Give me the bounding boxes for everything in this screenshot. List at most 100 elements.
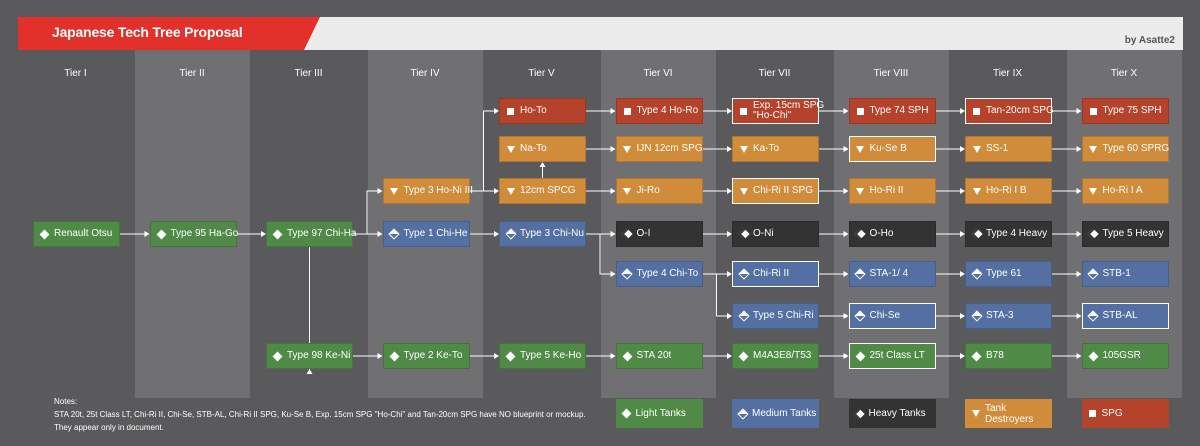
node-ho-ri-i-a[interactable]: Ho-Ri I A — [1081, 178, 1169, 204]
node-sta-1-4[interactable]: STA-1/ 4 — [848, 261, 936, 287]
node-chi-se[interactable]: Chi-Se — [848, 303, 936, 329]
node-12cm-spcg[interactable]: 12cm SPCG — [499, 178, 586, 204]
square-icon — [622, 107, 633, 115]
node-type-75-sph[interactable]: Type 75 SPH — [1081, 98, 1169, 124]
node-label: Type 3 Chi-Nu — [520, 227, 584, 239]
notes-line: They appear only in document. — [54, 423, 164, 432]
square-icon — [1087, 410, 1098, 417]
node-sta-3[interactable]: STA-3 — [965, 303, 1052, 329]
node-ku-se-b[interactable]: Ku-Se B — [848, 136, 936, 162]
node-type-74-sph[interactable]: Type 74 SPH — [848, 98, 936, 124]
half-diamond-icon — [970, 268, 983, 280]
node-type-2-ke-to[interactable]: Type 2 Ke-To — [382, 343, 470, 369]
node-sta-20t[interactable]: STA 20t — [615, 343, 703, 369]
diamond-icon — [855, 351, 866, 361]
node-label: Type 97 Chi-Ha — [287, 227, 357, 239]
node-type-97-chi-ha[interactable]: Type 97 Chi-Ha — [266, 221, 357, 247]
node-type-5-heavy[interactable]: Type 5 Heavy — [1081, 221, 1169, 247]
node-o-ni[interactable]: O-Ni — [732, 221, 819, 247]
node-label: Ka-To — [753, 142, 780, 154]
heavy-diamond-icon — [970, 228, 983, 240]
notes-line: STA 20t, 25t Class LT, Chi-Ri II, Chi-Se… — [54, 410, 586, 419]
triangle-down-icon — [505, 145, 516, 153]
node-label: Ho-Ri I A — [1102, 184, 1143, 196]
node-ss-1[interactable]: SS-1 — [965, 136, 1052, 162]
legend-label: Tank Destroyers — [985, 402, 1034, 425]
node-chi-ri-ii[interactable]: Chi-Ri II — [732, 261, 819, 287]
node-105gsr[interactable]: 105GSR — [1081, 343, 1169, 369]
node-m4a3e8-t53[interactable]: M4A3E8/T53 — [732, 343, 819, 369]
node-type-4-chi-to[interactable]: Type 4 Chi-To — [615, 261, 703, 287]
triangle-down-icon — [738, 145, 749, 153]
node-o-ho[interactable]: O-Ho — [848, 221, 936, 247]
node-label: 25t Class LT — [869, 349, 925, 361]
node-renault-otsu[interactable]: Renault Otsu — [33, 221, 120, 247]
node-chi-ri-ii-spg[interactable]: Chi-Ri II SPG — [732, 178, 819, 204]
node-label: Type 75 SPH — [1102, 104, 1162, 116]
node-type-3-chi-nu[interactable]: Type 3 Chi-Nu — [499, 221, 586, 247]
diamond-icon — [621, 408, 632, 419]
diamond-icon — [272, 229, 283, 239]
half-diamond-icon — [1087, 310, 1099, 322]
node-exp-15cm-spg-ho-chi[interactable]: Exp. 15cm SPG "Ho-Chi" — [732, 98, 824, 124]
node-b78[interactable]: B78 — [965, 343, 1052, 369]
triangle-down-icon — [1088, 187, 1099, 195]
node-type-98-ke-ni[interactable]: Type 98 Ke-Ni — [266, 343, 353, 369]
node-label: IJN 12cm SPG — [636, 142, 703, 154]
triangle-down-icon — [622, 187, 633, 195]
legend-heavy-tanks: Heavy Tanks — [848, 399, 936, 428]
node-ho-ri-ii[interactable]: Ho-Ri II — [848, 178, 936, 204]
square-icon — [1088, 107, 1099, 115]
node-o-i[interactable]: O-I — [615, 221, 703, 247]
node-label: Type 98 Ke-Ni — [287, 349, 351, 361]
node-label: SS-1 — [986, 142, 1009, 154]
triangle-down-icon — [622, 145, 633, 153]
node-type-4-heavy[interactable]: Type 4 Heavy — [965, 221, 1052, 247]
node-label: Type 60 SPRG — [1102, 142, 1170, 154]
node-type-1-chi-he[interactable]: Type 1 Chi-He — [382, 221, 470, 247]
triangle-down-icon — [855, 187, 866, 195]
half-diamond-icon — [621, 268, 633, 280]
legend-label: Heavy Tanks — [868, 408, 926, 419]
triangle-down-icon — [970, 410, 981, 417]
node-type-60-sprg[interactable]: Type 60 SPRG — [1081, 136, 1170, 162]
node-25t-class-lt[interactable]: 25t Class LT — [848, 343, 936, 369]
square-icon — [971, 107, 982, 115]
legend-tank-destroyers: Tank Destroyers — [965, 399, 1052, 428]
square-icon — [738, 107, 749, 115]
half-diamond-icon — [504, 228, 517, 240]
node-label: STA-1/ 4 — [869, 267, 909, 279]
node-stb-1[interactable]: STB-1 — [1081, 261, 1169, 287]
node-label: Type 3 Ho-Ni III — [403, 184, 473, 196]
node-type-4-ho-ro[interactable]: Type 4 Ho-Ro — [615, 98, 703, 124]
node-label: 105GSR — [1102, 349, 1141, 361]
node-ka-to[interactable]: Ka-To — [732, 136, 819, 162]
node-type-3-ho-ni-iii[interactable]: Type 3 Ho-Ni III — [382, 178, 473, 204]
node-stb-al[interactable]: STB-AL — [1081, 303, 1169, 329]
node-label: STA-3 — [986, 309, 1014, 321]
node-ijn-12cm-spg[interactable]: IJN 12cm SPG — [615, 136, 703, 162]
node-ji-ro[interactable]: Ji-Ro — [615, 178, 703, 204]
node-type-5-ke-ho[interactable]: Type 5 Ke-Ho — [499, 343, 586, 369]
node-label: Type 5 Heavy — [1102, 227, 1164, 239]
diamond-icon — [738, 351, 749, 361]
node-label: Chi-Ri II SPG — [753, 184, 814, 196]
node-type-5-chi-ri[interactable]: Type 5 Chi-Ri — [732, 303, 819, 329]
node-label: O-I — [636, 227, 651, 239]
legend-spg: SPG — [1081, 399, 1169, 428]
half-diamond-icon — [1087, 268, 1099, 280]
arrow-head — [306, 369, 313, 374]
diamond-icon — [1088, 351, 1099, 361]
half-diamond-icon — [970, 310, 983, 322]
node-label: Type 4 Ho-Ro — [636, 104, 699, 116]
triangle-down-icon — [855, 145, 866, 153]
node-type-95-ha-go[interactable]: Type 95 Ha-Go — [149, 221, 238, 247]
node-tan-20cm-spg[interactable]: Tan-20cm SPG — [965, 98, 1054, 124]
node-na-to[interactable]: Na-To — [499, 136, 586, 162]
node-type-61[interactable]: Type 61 — [965, 261, 1052, 287]
node-label: Tan-20cm SPG — [986, 104, 1054, 116]
node-ho-ri-i-b[interactable]: Ho-Ri I B — [965, 178, 1052, 204]
node-label: O-Ni — [753, 227, 774, 239]
half-diamond-icon — [736, 407, 749, 420]
node-ho-to[interactable]: Ho-To — [499, 98, 586, 124]
